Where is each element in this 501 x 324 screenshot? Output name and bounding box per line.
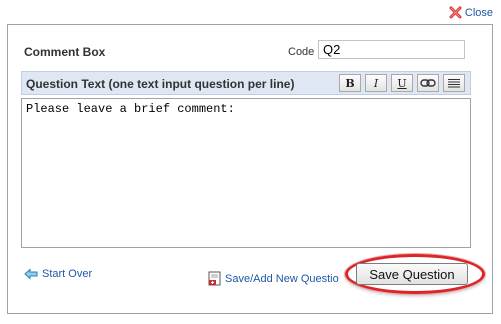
align-button[interactable] xyxy=(443,74,465,92)
close-label: Close xyxy=(464,6,493,19)
code-input[interactable]: Q2 xyxy=(318,40,465,59)
left-arrow-icon xyxy=(24,268,38,280)
align-justify-icon xyxy=(448,79,460,88)
question-text-header: Question Text (one text input question p… xyxy=(21,71,471,95)
save-add-icon xyxy=(208,271,221,286)
italic-button[interactable]: I xyxy=(365,74,387,92)
start-over-link[interactable]: Start Over xyxy=(24,268,92,280)
dialog-title: Comment Box xyxy=(24,45,106,59)
question-text-label: Question Text (one text input question p… xyxy=(26,77,295,91)
save-add-new-link[interactable]: Save/Add New Questio xyxy=(208,271,339,286)
bold-button[interactable]: B xyxy=(339,74,361,92)
code-label: Code : xyxy=(288,46,321,58)
question-textarea[interactable]: Please leave a brief comment: xyxy=(21,98,471,248)
save-add-new-label: Save/Add New Questio xyxy=(225,272,339,285)
close-x-icon xyxy=(449,6,462,19)
save-question-button[interactable]: Save Question xyxy=(356,263,468,285)
close-link[interactable]: Close xyxy=(449,6,493,19)
link-button[interactable] xyxy=(417,74,439,92)
link-icon xyxy=(420,79,436,87)
start-over-label: Start Over xyxy=(42,268,93,280)
comment-box-dialog: Comment Box Code : Q2 Question Text (one… xyxy=(7,24,493,314)
underline-button[interactable]: U xyxy=(391,74,413,92)
